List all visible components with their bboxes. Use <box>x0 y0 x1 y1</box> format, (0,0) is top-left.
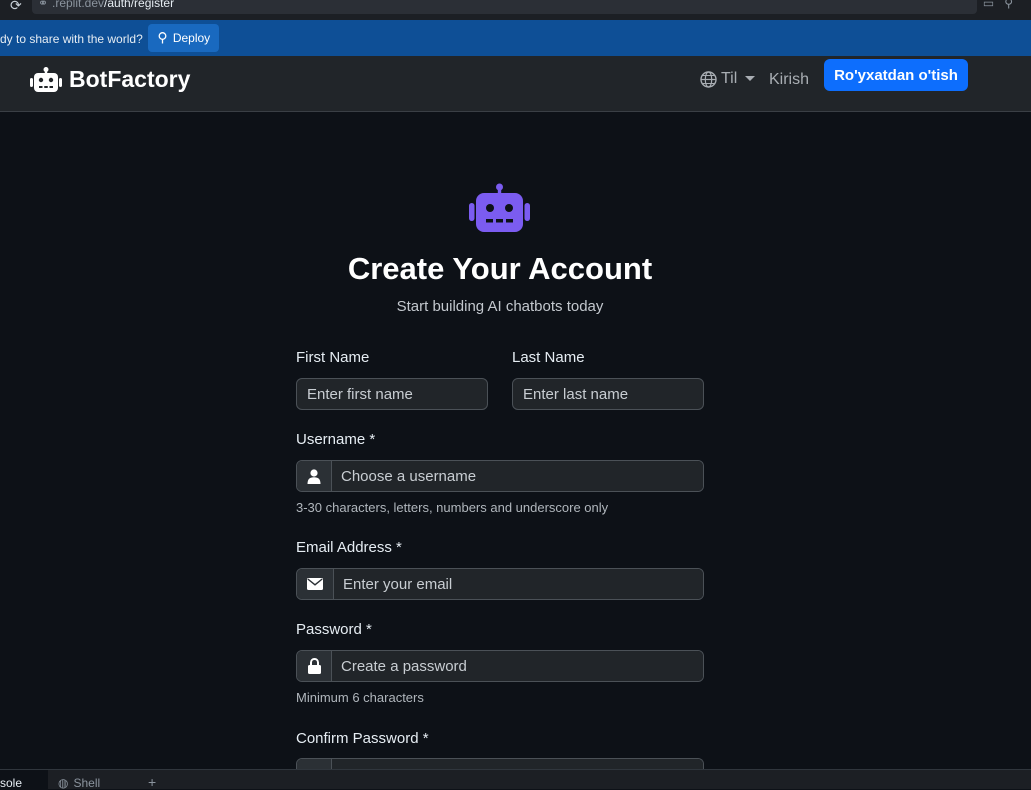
lock-icon <box>297 651 332 681</box>
email-label: Email Address * <box>296 539 402 556</box>
url-text[interactable]: .replit.dev/auth/register <box>52 0 174 10</box>
deploy-button[interactable]: Deploy <box>148 24 219 52</box>
deploy-icon <box>158 32 167 44</box>
last-name-label: Last Name <box>512 349 585 366</box>
reload-icon[interactable]: ⟳ <box>10 0 22 14</box>
username-label: Username * <box>296 431 376 448</box>
language-label: Til <box>721 70 738 87</box>
username-input[interactable]: Choose a username <box>332 461 703 491</box>
browser-url-bar: ⟳ ⚭ .replit.dev/auth/register ▭⚲ <box>0 0 1031 20</box>
bottom-tab-bar: sole ◍ Shell + <box>0 769 1031 790</box>
brand-link[interactable]: BotFactory <box>30 66 190 93</box>
link-icon: ⚭ <box>38 0 49 10</box>
page-subtitle: Start building AI chatbots today <box>396 298 604 315</box>
confirm-password-input-group[interactable] <box>296 758 704 769</box>
tabs-icon[interactable]: ▭ <box>983 0 1004 10</box>
robot-logo-icon <box>30 66 62 92</box>
first-name-input[interactable]: Enter first name <box>296 378 488 410</box>
user-icon <box>297 461 332 491</box>
register-button[interactable]: Ro'yxatdan o'tish <box>824 59 968 91</box>
deploy-label: Deploy <box>172 31 211 45</box>
first-name-label: First Name <box>296 349 370 366</box>
password-input-group: Create a password <box>296 650 704 682</box>
password-input[interactable]: Create a password <box>332 651 703 681</box>
language-dropdown[interactable]: Til <box>700 70 756 88</box>
robot-hero-icon <box>469 183 530 232</box>
caret-down-icon <box>745 76 756 81</box>
url-path: /auth/register <box>104 0 175 10</box>
envelope-icon <box>297 569 334 599</box>
email-input-group: Enter your email <box>296 568 704 600</box>
tab-console[interactable]: sole <box>0 770 48 790</box>
banner-message: dy to share with the world? <box>0 32 143 46</box>
confirm-password-input[interactable] <box>332 759 703 769</box>
tools-icon[interactable]: ⚲ <box>1004 0 1023 10</box>
globe-icon <box>700 70 717 88</box>
username-input-group: Choose a username <box>296 460 704 492</box>
confirm-lock-icon <box>297 759 332 769</box>
window-icons[interactable]: ▭⚲ <box>983 0 1023 10</box>
deploy-banner: dy to share with the world? Deploy <box>0 20 1031 56</box>
login-link[interactable]: Kirish <box>769 71 809 89</box>
last-name-input[interactable]: Enter last name <box>512 378 704 410</box>
page-title: Create Your Account <box>347 251 653 286</box>
top-navbar: BotFactory Til Kirish Ro'yxatdan o'tish <box>0 56 1031 112</box>
username-help: 3-30 characters, letters, numbers and un… <box>296 500 609 515</box>
url-host: .replit.dev <box>52 0 105 10</box>
confirm-password-label: Confirm Password * <box>296 730 429 747</box>
email-input[interactable]: Enter your email <box>334 569 703 599</box>
password-label: Password * <box>296 621 372 638</box>
password-help: Minimum 6 characters <box>296 690 424 705</box>
brand-name: BotFactory <box>69 66 191 92</box>
